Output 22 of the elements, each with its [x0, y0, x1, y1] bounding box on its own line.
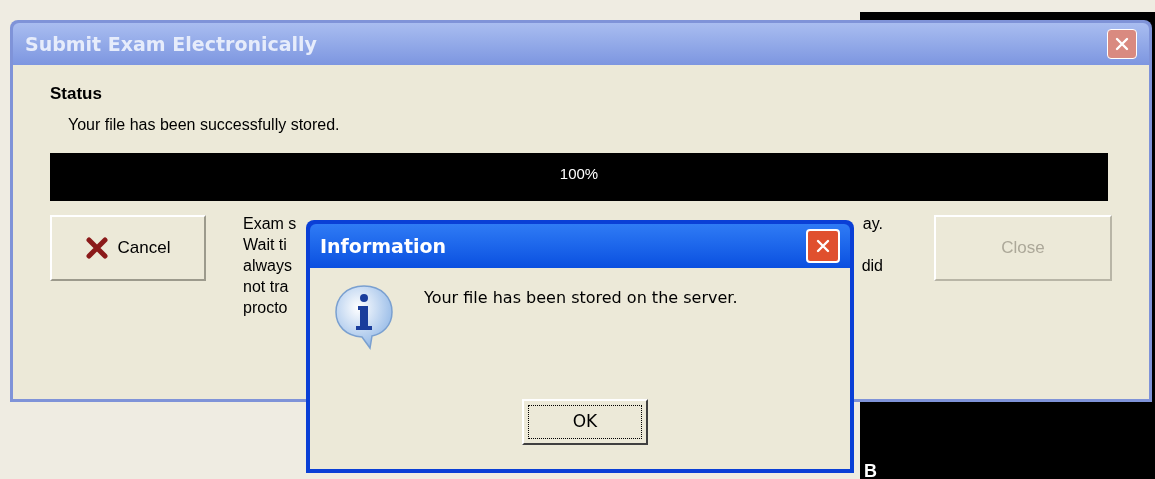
dialog-title: Information [320, 233, 447, 259]
window-title: Submit Exam Electronically [25, 31, 317, 57]
note-text: Exam s [243, 213, 297, 234]
dialog-message: Your file has been stored on the server. [424, 287, 738, 309]
note-text: always [243, 255, 292, 276]
progress-reading: 100% [559, 163, 599, 184]
note-text: procto [243, 297, 288, 318]
status-heading: Status [50, 83, 103, 105]
background-text: B [864, 460, 877, 479]
information-icon [332, 282, 396, 350]
note-text: Wait ti [243, 234, 287, 255]
note-text: not tra [243, 276, 289, 297]
note-text: did [861, 255, 883, 276]
ok-button[interactable]: OK [522, 399, 648, 445]
cancel-button[interactable]: Cancel [50, 214, 206, 281]
cross-icon [85, 236, 108, 259]
close-icon [1115, 37, 1129, 51]
close-icon [816, 239, 830, 253]
note-text: ay. [862, 213, 883, 234]
status-message: Your file has been successfully stored. [67, 114, 341, 135]
dialog-close-button[interactable] [806, 229, 840, 263]
close-window-button[interactable] [1107, 29, 1137, 59]
